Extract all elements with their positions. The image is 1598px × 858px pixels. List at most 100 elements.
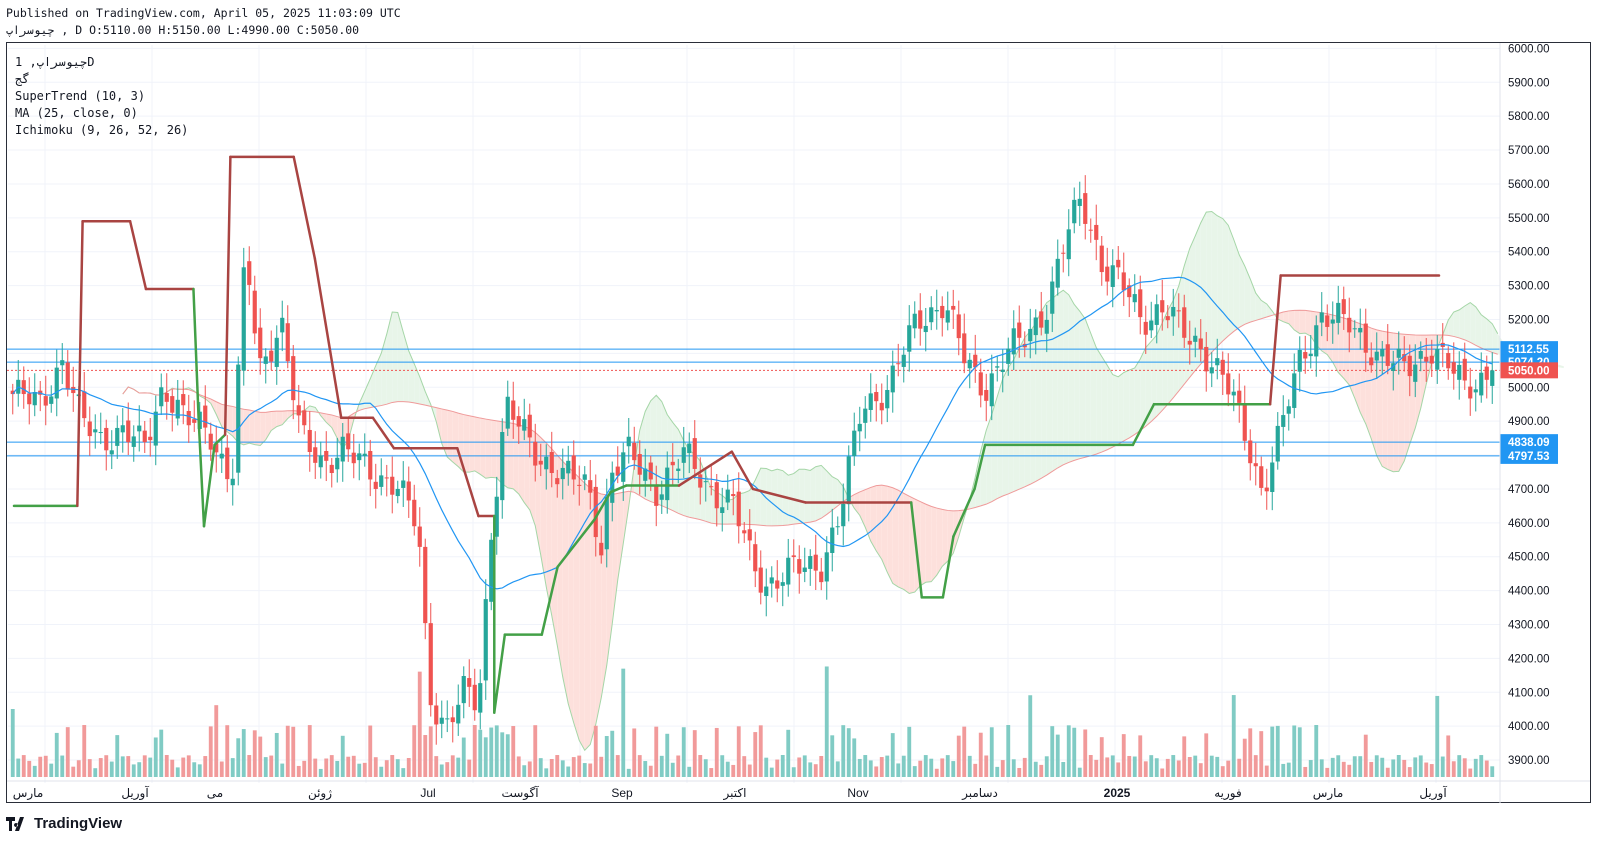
volume-bar bbox=[1121, 734, 1126, 777]
candle-body bbox=[1105, 266, 1110, 282]
candle-body bbox=[505, 396, 510, 429]
volume-bar bbox=[940, 758, 945, 777]
cloud-segment bbox=[793, 469, 800, 525]
candle-body bbox=[989, 373, 994, 407]
volume-bar bbox=[1132, 756, 1137, 777]
volume-bar bbox=[1484, 760, 1489, 777]
candle-body bbox=[175, 399, 180, 419]
candle-body bbox=[824, 552, 829, 582]
cloud-segment bbox=[804, 469, 811, 523]
volume-bar bbox=[1072, 727, 1077, 777]
volume-bar bbox=[1127, 755, 1132, 777]
cloud-segment bbox=[1156, 322, 1163, 417]
candle-body bbox=[1462, 358, 1467, 381]
candle-body bbox=[60, 360, 65, 366]
volume-bar bbox=[401, 768, 406, 777]
cloud-segment bbox=[579, 477, 585, 751]
legend-ichimoku[interactable]: Ichimoku (9, 26, 52, 26) bbox=[15, 123, 188, 137]
candle-body bbox=[522, 419, 527, 431]
candle-body bbox=[769, 577, 774, 584]
legend-supertrend[interactable]: SuperTrend (10, 3) bbox=[15, 89, 145, 103]
candlestick-chart[interactable]: 3900.00 4000.00 4100.00 4200.00 4300.00 4400.… bbox=[0, 0, 1598, 858]
y-tick-label: 5400.00 bbox=[1508, 247, 1550, 259]
volume-bar bbox=[923, 755, 928, 777]
volume-bar bbox=[252, 730, 257, 777]
candle-body bbox=[1055, 258, 1060, 288]
candle-body bbox=[1479, 372, 1484, 396]
x-tick-label: ژوئن bbox=[308, 786, 332, 801]
candle-body bbox=[1303, 352, 1308, 359]
volume-bar bbox=[181, 757, 186, 777]
volume-bar bbox=[1385, 767, 1390, 777]
candle-body bbox=[1226, 373, 1231, 395]
volume-bar bbox=[1231, 695, 1236, 777]
volume-bar bbox=[846, 728, 851, 777]
volume-bar bbox=[1479, 755, 1484, 777]
tradingview-logo[interactable]: TradingView bbox=[6, 815, 122, 832]
volume-bar bbox=[472, 725, 477, 777]
cloud-segment bbox=[810, 466, 816, 523]
volume-bar bbox=[450, 755, 455, 777]
volume-bar bbox=[654, 726, 659, 777]
legend-symbol[interactable]: چیوسراپ, 1D bbox=[15, 55, 95, 69]
cloud-segment bbox=[1079, 311, 1086, 459]
volume-bar bbox=[863, 755, 868, 777]
candle-body bbox=[1264, 487, 1269, 492]
legend-ma[interactable]: MA (25, close, 0) bbox=[15, 106, 138, 120]
x-tick-label: فوریه bbox=[1214, 786, 1242, 801]
cloud-segment bbox=[1019, 337, 1025, 490]
cloud-segment bbox=[474, 416, 481, 475]
candle-body bbox=[1429, 355, 1434, 364]
volume-bar bbox=[1468, 768, 1473, 777]
volume-bar bbox=[291, 726, 296, 777]
candle-body bbox=[82, 391, 87, 419]
volume-bar bbox=[1259, 731, 1264, 777]
y-tick-label: 4500.00 bbox=[1508, 552, 1550, 564]
candle-body bbox=[1413, 364, 1418, 382]
volume-bar bbox=[164, 755, 169, 777]
cloud-segment bbox=[799, 469, 805, 524]
candle-body bbox=[1121, 272, 1126, 291]
cloud-segment bbox=[1481, 314, 1487, 351]
candle-body bbox=[637, 454, 642, 475]
cloud-segment bbox=[254, 411, 261, 446]
volume-bar bbox=[1352, 756, 1357, 777]
volume-bar bbox=[1391, 759, 1396, 777]
cloud-segment bbox=[1129, 367, 1135, 438]
volume-bar bbox=[659, 755, 664, 777]
volume-bar bbox=[1369, 761, 1374, 777]
y-tick-label: 4900.00 bbox=[1508, 416, 1550, 428]
cloud-segment bbox=[771, 469, 778, 526]
candle-body bbox=[923, 325, 928, 333]
candle-body bbox=[555, 478, 560, 485]
candle-body bbox=[879, 402, 884, 411]
candle-body bbox=[786, 557, 791, 585]
volume-bar bbox=[1116, 762, 1121, 777]
volume-bar bbox=[1050, 726, 1055, 777]
y-tick-label: 4300.00 bbox=[1508, 620, 1550, 632]
volume-bar bbox=[120, 756, 125, 777]
cloud-segment bbox=[887, 486, 893, 584]
volume-bar bbox=[1242, 738, 1247, 777]
candle-body bbox=[1066, 229, 1071, 260]
volume-bar bbox=[1044, 756, 1049, 777]
candle-body bbox=[1380, 349, 1385, 357]
candle-body bbox=[813, 554, 818, 571]
candle-body bbox=[456, 704, 461, 724]
x-tick-label: می bbox=[207, 786, 223, 800]
cloud-segment bbox=[881, 485, 888, 573]
cloud-segment bbox=[755, 468, 761, 526]
candle-body bbox=[758, 567, 763, 593]
volume-bar bbox=[98, 758, 103, 777]
candle-body bbox=[742, 530, 747, 534]
candle-body bbox=[951, 305, 956, 310]
volume-bar bbox=[835, 761, 840, 777]
volume-bar bbox=[93, 768, 98, 777]
volume-bar bbox=[467, 759, 472, 777]
candle-body bbox=[566, 460, 571, 474]
candle-body bbox=[1154, 304, 1159, 325]
candle-body bbox=[582, 474, 587, 480]
cloud-segment bbox=[898, 490, 904, 590]
candle-body bbox=[126, 420, 131, 443]
volume-bar bbox=[1033, 761, 1038, 777]
